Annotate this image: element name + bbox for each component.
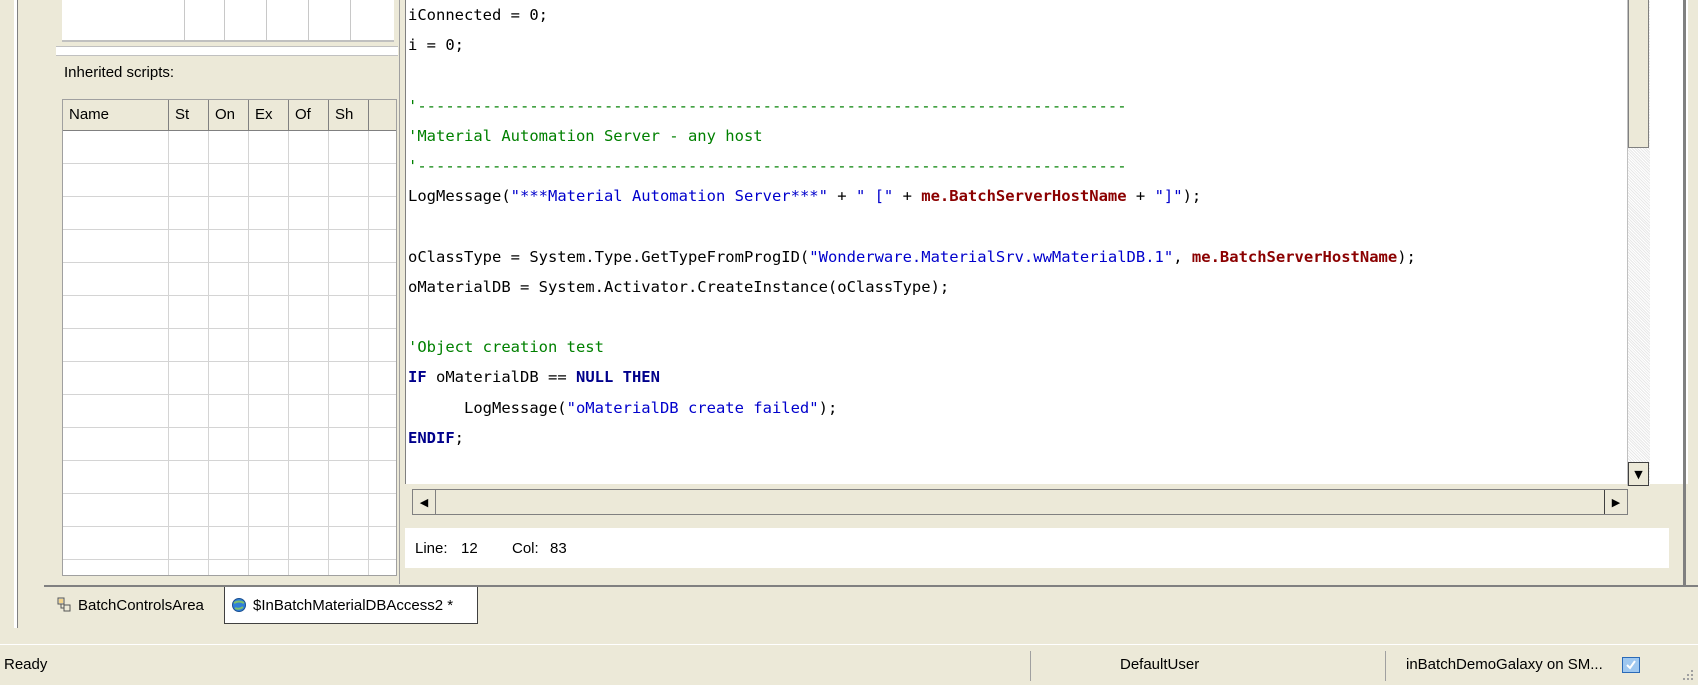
status-galaxy: inBatchDemoGalaxy on SM... [1406, 656, 1603, 673]
column-header-name[interactable]: Name [63, 100, 169, 130]
inherited-scripts-table[interactable]: Name St On Ex Of Sh [62, 99, 397, 576]
code-token: ENDIF [408, 428, 455, 447]
horizontal-scrollbar[interactable]: ◀ ▶ [412, 489, 1628, 515]
code-token: ); [818, 398, 838, 417]
code-token: '---------------------------------------… [408, 157, 1127, 176]
arrow-right-icon: ▶ [1611, 495, 1621, 509]
status-divider [1385, 651, 1386, 681]
code-token: "***Material Automation Server***" [510, 187, 828, 206]
scripts-grid-top [62, 0, 394, 42]
col-value: 83 [550, 540, 567, 557]
code-line[interactable]: ENDIF; [408, 423, 1416, 453]
code-token: oMaterialDB = System.Activator.CreateIns… [408, 277, 950, 296]
code-line[interactable]: 'Material Automation Server - any host [408, 121, 1416, 151]
column-header-of[interactable]: Of [289, 100, 329, 130]
tab-label: BatchControlsArea [78, 596, 204, 614]
code-token: 'Material Automation Server - any host [408, 126, 763, 145]
tab-batchcontrolsarea[interactable]: BatchControlsArea [50, 587, 224, 623]
code-line[interactable]: IF oMaterialDB == NULL THEN [408, 362, 1416, 392]
code-token: oClassType = System.Type.GetTypeFromProg… [408, 247, 810, 266]
connection-status-icon[interactable] [1622, 657, 1640, 673]
status-bar: Ready DefaultUser inBatchDemoGalaxy on S… [0, 644, 1698, 685]
resize-grip-icon[interactable] [1680, 667, 1694, 681]
code-token: '---------------------------------------… [408, 96, 1127, 115]
code-token: oMaterialDB == [426, 368, 576, 387]
code-line[interactable]: '---------------------------------------… [408, 91, 1416, 121]
vertical-scrollbar[interactable]: ▼ [1627, 0, 1650, 486]
code-token: NULL THEN [575, 368, 660, 387]
code-token: iConnected = 0; [408, 6, 548, 24]
area-icon [57, 597, 71, 612]
code-token: LogMessage( [408, 187, 511, 206]
code-token: ; [454, 428, 465, 447]
arrow-left-icon: ◀ [419, 495, 429, 509]
status-user: DefaultUser [1120, 656, 1200, 673]
code-token: "]" [1154, 187, 1183, 206]
code-line[interactable]: 'Object creation test [408, 332, 1416, 362]
code-token: , [1173, 247, 1192, 266]
table-header: Name St On Ex Of Sh [63, 100, 396, 131]
status-divider [1030, 651, 1031, 681]
vertical-scroll-thumb[interactable] [1628, 0, 1649, 148]
code-line[interactable]: oClassType = System.Type.GetTypeFromProg… [408, 242, 1416, 272]
code-token: ); [1397, 247, 1416, 266]
code-line[interactable]: i = 0; [408, 30, 1416, 60]
script-editor[interactable]: iConnected = 0; i = 0; '-----------------… [405, 0, 1688, 484]
code-token: ); [1182, 187, 1202, 206]
document-tabs: BatchControlsArea $InBatchMaterialDBAcce… [44, 585, 1698, 630]
code-token: + [827, 187, 856, 206]
code-token: " [" [855, 187, 894, 206]
template-globe-icon [232, 598, 246, 612]
code-line[interactable]: LogMessage("***Material Automation Serve… [408, 181, 1416, 211]
col-label: Col: [512, 540, 539, 557]
code-token: 'Object creation test [408, 338, 604, 357]
tab-label: $InBatchMaterialDBAccess2 * [253, 596, 454, 614]
code-line[interactable] [408, 302, 1416, 332]
code-line[interactable] [408, 211, 1416, 241]
scroll-left-button[interactable]: ◀ [413, 490, 436, 514]
window-left-border [14, 0, 18, 628]
inherited-scripts-label: Inherited scripts: [64, 64, 175, 81]
arrow-down-icon: ▼ [1634, 467, 1643, 481]
code-line[interactable]: iConnected = 0; [408, 0, 1416, 30]
table-body [63, 131, 396, 575]
panel-splitter[interactable] [56, 46, 398, 56]
line-value: 12 [461, 540, 478, 557]
code-line[interactable]: LogMessage("oMaterialDB create failed"); [408, 393, 1416, 423]
horizontal-scroll-thumb[interactable] [436, 490, 1607, 514]
grid-line [328, 131, 329, 575]
grid-line [248, 131, 249, 575]
code-token: LogMessage( [408, 398, 567, 417]
code-token: + [893, 187, 922, 206]
code-token: i = 0; [408, 36, 464, 55]
scroll-down-button[interactable]: ▼ [1628, 462, 1649, 486]
scroll-right-button[interactable]: ▶ [1604, 490, 1627, 514]
code-token: "Wonderware.MaterialSrv.wwMaterialDB.1" [809, 247, 1174, 266]
grid-line [288, 131, 289, 575]
column-header-sh[interactable]: Sh [329, 100, 369, 130]
code-line[interactable]: oMaterialDB = System.Activator.CreateIns… [408, 272, 1416, 302]
code-token: me.BatchServerHostName [1191, 247, 1398, 266]
right-border [1683, 0, 1686, 585]
ide-window: Inherited scripts: Name St On Ex Of Sh i… [0, 0, 1698, 685]
grid-line [368, 131, 369, 575]
cursor-position-bar: Line: 12 Col: 83 [405, 528, 1669, 568]
code-token: "oMaterialDB create failed" [566, 398, 819, 417]
column-header-on[interactable]: On [209, 100, 249, 130]
status-text: Ready [4, 656, 48, 673]
grid-line [168, 131, 169, 575]
grid-line [208, 131, 209, 575]
code-token: IF [408, 368, 427, 387]
column-header-st[interactable]: St [169, 100, 209, 130]
code-line[interactable]: '---------------------------------------… [408, 151, 1416, 181]
tab-inbatchmaterialdbaccess2[interactable]: $InBatchMaterialDBAccess2 * [224, 587, 478, 624]
code-token: + [1126, 187, 1155, 206]
line-label: Line: [415, 540, 448, 557]
code-line[interactable] [408, 60, 1416, 90]
code-token: me.BatchServerHostName [921, 187, 1127, 206]
column-header-ex[interactable]: Ex [249, 100, 289, 130]
script-code[interactable]: iConnected = 0; i = 0; '-----------------… [408, 0, 1416, 453]
